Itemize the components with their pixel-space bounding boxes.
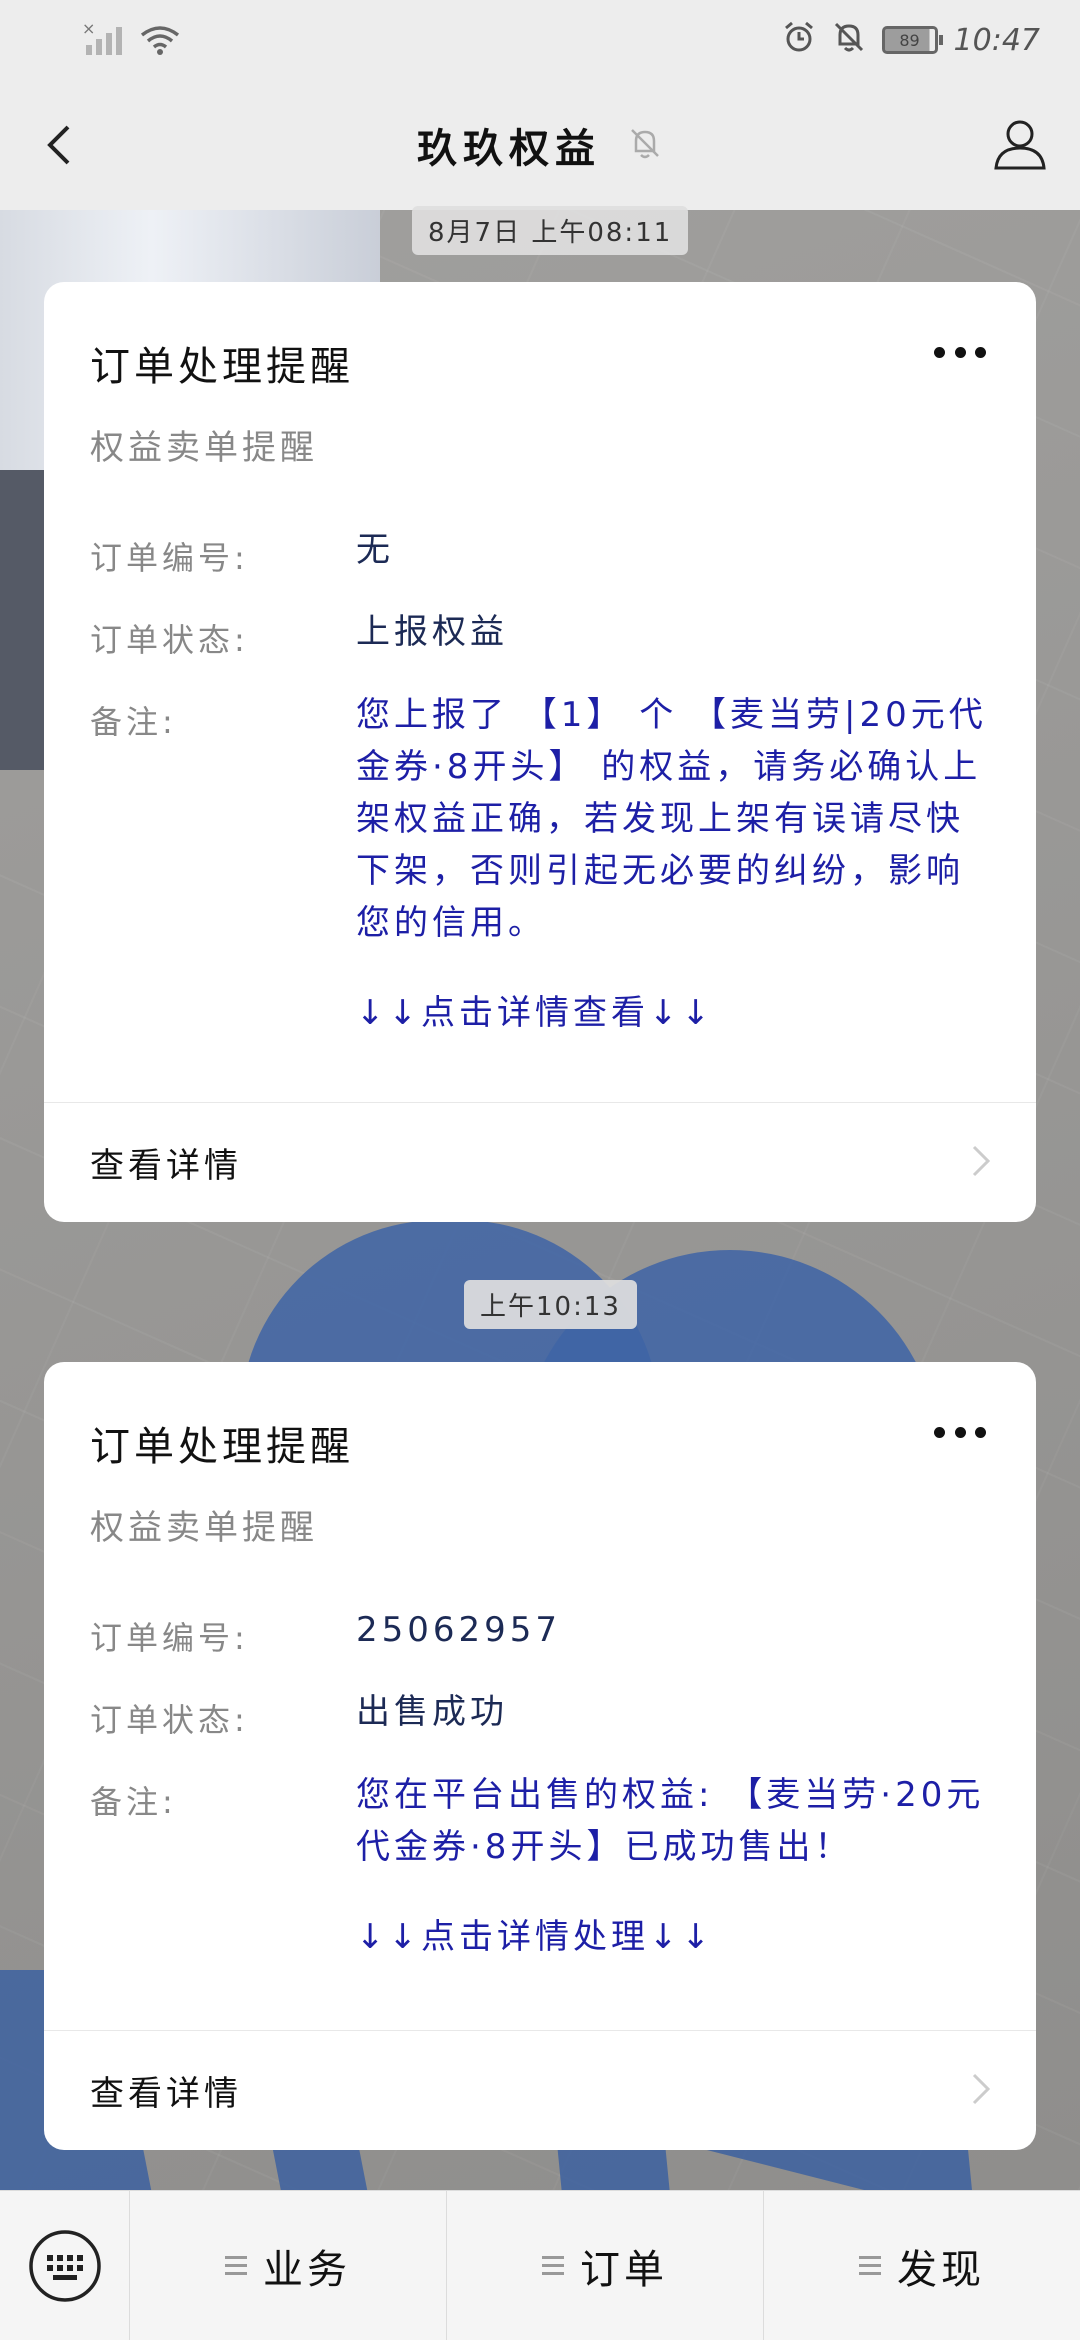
bottom-menu: 业务 订单 发现 — [0, 2190, 1080, 2340]
message-card: 订单处理提醒 权益卖单提醒 订单编号: 25062957 订单状态: 出售成功 … — [44, 1362, 1036, 2150]
view-details-button[interactable]: 查看详情 — [44, 1102, 1036, 1222]
card-subtitle: 权益卖单提醒 — [90, 1508, 318, 1548]
page-title: 玖玖权益 — [417, 126, 601, 172]
clock: 10:47 — [953, 22, 1040, 58]
field-label: 订单编号: — [90, 539, 249, 577]
menu-label: 发现 — [897, 2246, 985, 2293]
menu-label: 订单 — [580, 2246, 668, 2293]
menu-list-icon — [859, 2256, 881, 2275]
field-value: 出售成功 — [356, 1692, 508, 1732]
message-card: 订单处理提醒 权益卖单提醒 订单编号: 无 订单状态: 上报权益 备注: 您上报… — [44, 282, 1036, 1222]
user-icon — [994, 120, 1046, 170]
wifi-icon — [140, 25, 180, 55]
status-bar: × 89 10:47 — [0, 0, 1080, 80]
view-details-label: 查看详情 — [90, 1146, 242, 1186]
alarm-icon — [782, 20, 816, 61]
order-number-row: 订单编号: 25062957 — [90, 1610, 990, 1659]
chevron-right-icon — [968, 2069, 994, 2113]
field-value: 您上报了 【1】 个 【麦当劳|20元代金券·8开头】 的权益，请务必确认上架权… — [356, 695, 987, 943]
card-subtitle: 权益卖单提醒 — [90, 428, 318, 468]
order-status-row: 订单状态: 出售成功 — [90, 1692, 990, 1741]
battery-icon: 89 — [881, 26, 943, 54]
message-timestamp: 8月7日 上午08:11 — [412, 206, 689, 255]
view-details-button[interactable]: 查看详情 — [44, 2030, 1036, 2150]
message-timestamp: 上午10:13 — [464, 1280, 637, 1329]
muted-bell-icon — [627, 125, 663, 165]
field-label: 订单状态: — [90, 1701, 249, 1739]
field-value: 25062957 — [356, 1610, 562, 1650]
more-options-button[interactable] — [934, 1422, 986, 1442]
hint-text: ↓↓点击详情查看↓↓ — [356, 993, 714, 1033]
keyboard-icon — [28, 2229, 101, 2302]
field-value: 上报权益 — [356, 612, 508, 652]
chevron-left-icon — [47, 125, 70, 165]
menu-discover[interactable]: 发现 — [764, 2191, 1080, 2340]
order-status-row: 订单状态: 上报权益 — [90, 612, 990, 661]
field-value: 您在平台出售的权益: 【麦当劳·20元代金券·8开头】已成功售出！ — [356, 1775, 985, 1867]
field-label: 备注: — [90, 1783, 177, 1821]
menu-orders[interactable]: 订单 — [447, 2190, 764, 2340]
menu-business[interactable]: 业务 — [130, 2190, 447, 2340]
field-label: 备注: — [90, 703, 177, 741]
card-title: 订单处理提醒 — [90, 1424, 354, 1470]
hint-text: ↓↓点击详情处理↓↓ — [356, 1917, 714, 1957]
card-title: 订单处理提醒 — [90, 344, 354, 390]
remark-row: 备注: 您上报了 【1】 个 【麦当劳|20元代金券·8开头】 的权益，请务必确… — [90, 695, 990, 949]
field-value: 无 — [356, 530, 394, 570]
nav-bar: 玖玖权益 — [0, 80, 1080, 210]
field-label: 订单状态: — [90, 621, 249, 659]
menu-label: 业务 — [263, 2246, 351, 2293]
battery-level: 89 — [899, 30, 920, 50]
profile-button[interactable] — [988, 112, 1052, 176]
view-details-label: 查看详情 — [90, 2074, 242, 2114]
back-button[interactable] — [30, 115, 90, 175]
more-options-button[interactable] — [934, 342, 986, 362]
menu-list-icon — [542, 2256, 564, 2275]
mute-bell-icon — [832, 20, 866, 61]
menu-list-icon — [225, 2256, 247, 2275]
field-label: 订单编号: — [90, 1619, 249, 1657]
remark-row: 备注: 您在平台出售的权益: 【麦当劳·20元代金券·8开头】已成功售出！ — [90, 1775, 990, 1873]
order-number-row: 订单编号: 无 — [90, 530, 990, 579]
signal-icon: × — [82, 19, 122, 55]
chevron-right-icon — [968, 1141, 994, 1185]
keyboard-toggle-button[interactable] — [0, 2190, 130, 2340]
